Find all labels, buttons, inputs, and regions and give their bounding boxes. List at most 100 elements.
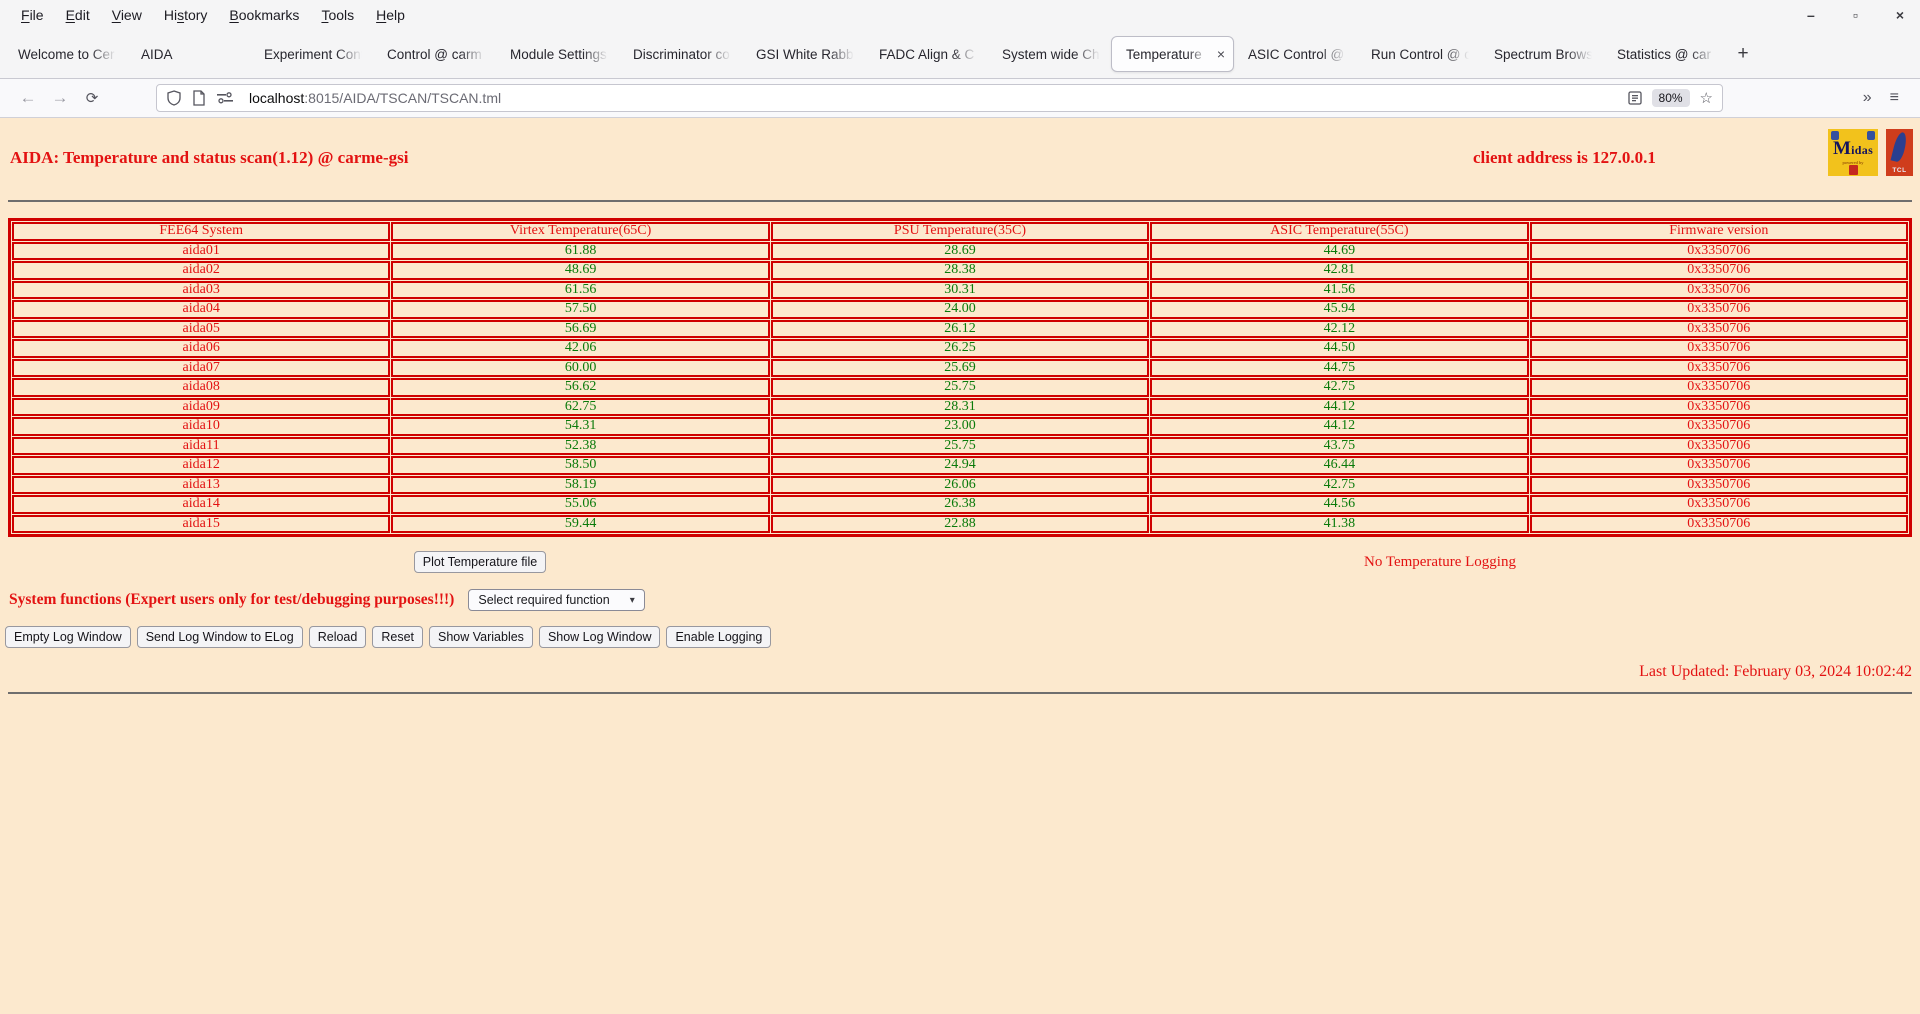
show-log-window-button[interactable]: Show Log Window xyxy=(538,626,661,648)
overflow-chevron-icon[interactable]: » xyxy=(1854,89,1881,107)
show-variables-button[interactable]: Show Variables xyxy=(429,626,533,648)
menu-help[interactable]: Help xyxy=(365,7,416,23)
asic-temp-cell: 44.50 xyxy=(1150,339,1529,358)
tab-control-carm[interactable]: Control @ carm xyxy=(373,30,496,78)
virtex-temp-cell: 42.06 xyxy=(391,339,770,358)
table-row-aida04: aida04 57.50 24.00 45.94 0x3350706 xyxy=(12,300,1908,319)
system-cell: aida14 xyxy=(12,495,391,514)
table-row-aida07: aida07 60.00 25.69 44.75 0x3350706 xyxy=(12,358,1908,377)
forward-button[interactable]: → xyxy=(44,84,76,112)
menu-file[interactable]: File xyxy=(10,7,55,23)
back-button[interactable]: ← xyxy=(12,84,44,112)
url-bar[interactable]: localhost:8015/AIDA/TSCAN/TSCAN.tml 80% … xyxy=(156,84,1723,112)
tab-label: Discriminator co xyxy=(633,46,730,62)
asic-temp-cell: 43.75 xyxy=(1150,436,1529,455)
tab-temperature[interactable]: Temperature × xyxy=(1111,36,1234,72)
menu-edit[interactable]: Edit xyxy=(55,7,101,23)
tab-spectrum-brows[interactable]: Spectrum Brows xyxy=(1480,30,1603,78)
url-host: localhost xyxy=(249,90,305,106)
plot-button-cell: Plot Temperature file xyxy=(0,551,960,573)
table-row-aida12: aida12 58.50 24.94 46.44 0x3350706 xyxy=(12,456,1908,475)
reload-button[interactable]: ⟳ xyxy=(76,84,108,112)
tcl-logo[interactable]: TCL xyxy=(1886,129,1913,176)
midas-corner-badge xyxy=(1867,131,1875,140)
tab-welcome-to-cer[interactable]: Welcome to Cer xyxy=(4,30,127,78)
reader-mode-icon[interactable] xyxy=(1627,91,1642,105)
page-content: AIDA: Temperature and status scan(1.12) … xyxy=(0,118,1920,1014)
menu-tools[interactable]: Tools xyxy=(310,7,365,23)
tcl-feather-figure xyxy=(1890,131,1909,163)
midas-logo[interactable]: Midas powered by xyxy=(1828,129,1878,176)
asic-temp-cell: 45.94 xyxy=(1150,300,1529,319)
url-path: :8015/AIDA/TSCAN/TSCAN.tml xyxy=(304,90,502,106)
tab-gsi-white-rabbi[interactable]: GSI White Rabbi xyxy=(742,30,865,78)
enable-logging-button[interactable]: Enable Logging xyxy=(666,626,772,648)
reload-button[interactable]: Reload xyxy=(308,626,367,648)
new-tab-button[interactable]: + xyxy=(1726,43,1760,65)
asic-temp-cell: 41.56 xyxy=(1150,280,1529,299)
tab-run-control-c[interactable]: Run Control @ c xyxy=(1357,30,1480,78)
psu-temp-cell: 25.75 xyxy=(770,378,1150,397)
system-cell: aida01 xyxy=(12,241,391,260)
navigation-toolbar: ← → ⟳ localhost:8015/AIDA/TSCAN/TSCAN.tm… xyxy=(0,78,1920,118)
psu-temp-cell: 26.12 xyxy=(770,319,1150,338)
tab-discriminator-co[interactable]: Discriminator co xyxy=(619,30,742,78)
system-cell: aida03 xyxy=(12,280,391,299)
asic-temp-cell: 42.75 xyxy=(1150,378,1529,397)
virtex-temp-cell: 54.31 xyxy=(391,417,770,436)
tab-close-icon[interactable]: × xyxy=(1217,47,1225,61)
shield-icon[interactable] xyxy=(166,90,182,106)
asic-temp-cell: 42.75 xyxy=(1150,475,1529,494)
tab-module-settings[interactable]: Module Settings xyxy=(496,30,619,78)
page-icon[interactable] xyxy=(192,90,206,106)
menu-bar: File Edit View History Bookmarks Tools Help – … xyxy=(0,0,1920,30)
function-select-value: Select required function xyxy=(478,593,610,607)
app-menu-icon[interactable]: ≡ xyxy=(1881,89,1908,107)
action-buttons-row: Empty Log Window Send Log Window to ELog R… xyxy=(5,626,1920,648)
menu-history[interactable]: History xyxy=(153,7,219,23)
chevron-down-icon: ▾ xyxy=(629,594,635,606)
no-temperature-logging-text: No Temperature Logging xyxy=(1364,553,1516,570)
firmware-cell: 0x3350706 xyxy=(1529,339,1908,358)
bookmark-star-icon[interactable]: ☆ xyxy=(1700,89,1713,107)
send-log-window-to-elog-button[interactable]: Send Log Window to ELog xyxy=(136,626,303,648)
virtex-temp-cell: 48.69 xyxy=(391,261,770,280)
tab-system-wide-ch[interactable]: System wide Ch xyxy=(988,30,1111,78)
function-select[interactable]: Select required function ▾ xyxy=(468,589,645,611)
menu-view[interactable]: View xyxy=(101,7,153,23)
close-icon[interactable]: × xyxy=(1896,8,1904,22)
tab-fadc-align-c[interactable]: FADC Align & C xyxy=(865,30,988,78)
firmware-cell: 0x3350706 xyxy=(1529,241,1908,260)
table-row-aida08: aida08 56.62 25.75 42.75 0x3350706 xyxy=(12,378,1908,397)
tab-label: ASIC Control @ xyxy=(1248,46,1345,62)
midas-corner-badge xyxy=(1831,131,1839,140)
empty-log-window-button[interactable]: Empty Log Window xyxy=(5,626,131,648)
reset-button[interactable]: Reset xyxy=(372,626,423,648)
tab-label: Spectrum Brows xyxy=(1494,46,1594,62)
tab-asic-control[interactable]: ASIC Control @ xyxy=(1234,30,1357,78)
firmware-cell: 0x3350706 xyxy=(1529,397,1908,416)
system-cell: aida02 xyxy=(12,261,391,280)
client-address-text: client address is 127.0.0.1 xyxy=(1473,148,1656,167)
plot-temperature-file-button[interactable]: Plot Temperature file xyxy=(413,551,547,573)
connection-settings-icon[interactable] xyxy=(216,92,234,104)
asic-temp-cell: 41.38 xyxy=(1150,514,1529,533)
menu-bookmarks[interactable]: Bookmarks xyxy=(218,7,310,23)
tab-label: Temperature xyxy=(1126,46,1202,62)
psu-temp-cell: 24.94 xyxy=(770,456,1150,475)
tab-experiment-cont[interactable]: Experiment Cont xyxy=(250,30,373,78)
last-updated-text: Last Updated: February 03, 2024 10:02:42 xyxy=(1639,663,1912,680)
tab-aida[interactable]: AIDA xyxy=(127,30,250,78)
tab-label: AIDA xyxy=(141,46,173,62)
minimize-icon[interactable]: – xyxy=(1807,8,1815,22)
firmware-cell: 0x3350706 xyxy=(1529,280,1908,299)
midas-logo-text: Midas xyxy=(1832,138,1874,159)
virtex-temp-cell: 61.88 xyxy=(391,241,770,260)
maximize-icon[interactable]: ▫ xyxy=(1853,8,1858,22)
table-row-aida14: aida14 55.06 26.38 44.56 0x3350706 xyxy=(12,495,1908,514)
firmware-cell: 0x3350706 xyxy=(1529,319,1908,338)
tab-statistics-car[interactable]: Statistics @ car xyxy=(1603,30,1726,78)
table-row-aida03: aida03 61.56 30.31 41.56 0x3350706 xyxy=(12,280,1908,299)
zoom-level-badge[interactable]: 80% xyxy=(1651,89,1690,107)
firmware-cell: 0x3350706 xyxy=(1529,456,1908,475)
